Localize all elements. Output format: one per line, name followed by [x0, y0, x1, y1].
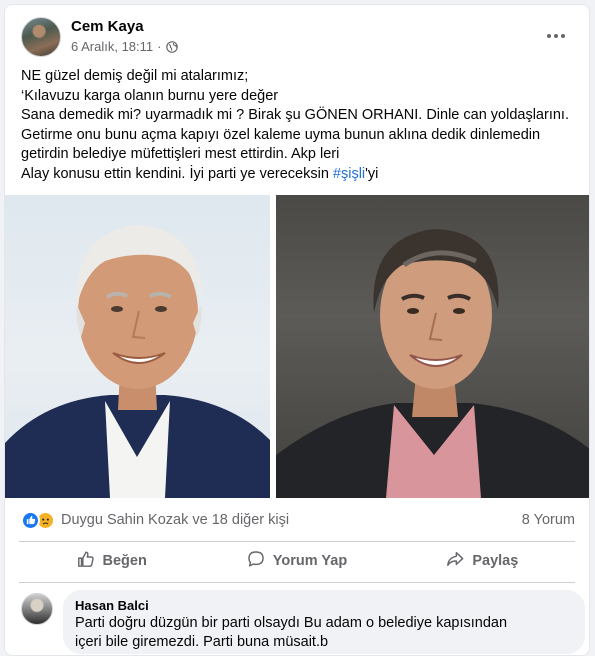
post-meta: 6 Aralık, 18:11 · — [71, 39, 178, 54]
comment-button[interactable]: Yorum Yap — [204, 545, 389, 577]
hashtag-link[interactable]: #şişli — [333, 166, 365, 182]
comment-bubble: Hasan Balci Parti doğru düzgün bir parti… — [63, 590, 585, 654]
like-button[interactable]: Beğen — [19, 545, 204, 577]
post-photo-left[interactable] — [5, 195, 270, 498]
post-text-prefix: Alay konusu ettin kendini. İyi parti ye … — [21, 165, 333, 182]
post-text-line: NE güzel demiş değil mi atalarımız; — [21, 68, 249, 84]
divider — [19, 582, 575, 583]
more-options-icon[interactable] — [541, 21, 571, 51]
comment-button-label: Yorum Yap — [272, 553, 348, 569]
post-text-line-last: Alay konusu ettin kendini. İyi parti ye … — [21, 165, 581, 185]
like-react-icon — [21, 510, 40, 530]
share-button-label: Paylaş — [472, 553, 519, 569]
comment-text-line: içeri bile giremezdi. Parti buna müsait.… — [75, 634, 329, 650]
post-actions: Beğen Yorum Yap Paylaş — [19, 545, 575, 577]
like-button-label: Beğen — [102, 553, 147, 569]
reactions-bar: Duygu Sahin Kozak ve 18 diğer kişi 8 Yor… — [21, 508, 575, 532]
comment-count[interactable]: 8 Yorum — [522, 512, 575, 528]
author-name[interactable]: Cem Kaya — [71, 18, 144, 35]
post-photos — [5, 195, 589, 498]
reaction-icons[interactable] — [21, 510, 55, 530]
divider — [19, 541, 575, 542]
comment-author[interactable]: Hasan Balci — [75, 598, 573, 614]
author-avatar[interactable] — [21, 17, 61, 57]
share-arrow-icon — [446, 550, 464, 572]
commenter-avatar[interactable] — [21, 593, 53, 625]
post-text: NE güzel demiş değil mi atalarımız; ‘Kıl… — [21, 67, 581, 184]
globe-icon[interactable] — [165, 40, 178, 53]
reaction-names[interactable]: Duygu Sahin Kozak ve 18 diğer kişi — [61, 512, 522, 528]
comment-item: Hasan Balci Parti doğru düzgün bir parti… — [21, 590, 585, 654]
post-photo-right[interactable] — [276, 195, 589, 498]
post-text-line: ‘Kılavuzu karga olanın burnu yere değer — [21, 87, 279, 104]
share-button[interactable]: Paylaş — [390, 545, 575, 577]
post-card: Cem Kaya 6 Aralık, 18:11 · NE güzel demi… — [4, 4, 590, 656]
post-text-line: Sana demedik mi? uyarmadık mi ? Birak şu… — [21, 107, 569, 123]
post-text-line: Getirme onu bunu açma kapıyı özel kaleme… — [21, 126, 541, 143]
post-text-line: getirdin belediye müfettişleri mest etti… — [21, 146, 340, 162]
comment-text-line: Parti doğru düzgün bir parti olsaydı Bu … — [75, 615, 508, 631]
comment-bubble-icon — [247, 550, 265, 572]
post-date[interactable]: 6 Aralık, 18:11 — [71, 39, 153, 54]
meta-separator: · — [157, 39, 162, 54]
post-header: Cem Kaya 6 Aralık, 18:11 · — [21, 15, 575, 59]
post-text-suffix: 'yi — [365, 165, 379, 182]
thumbs-up-icon — [77, 550, 95, 572]
